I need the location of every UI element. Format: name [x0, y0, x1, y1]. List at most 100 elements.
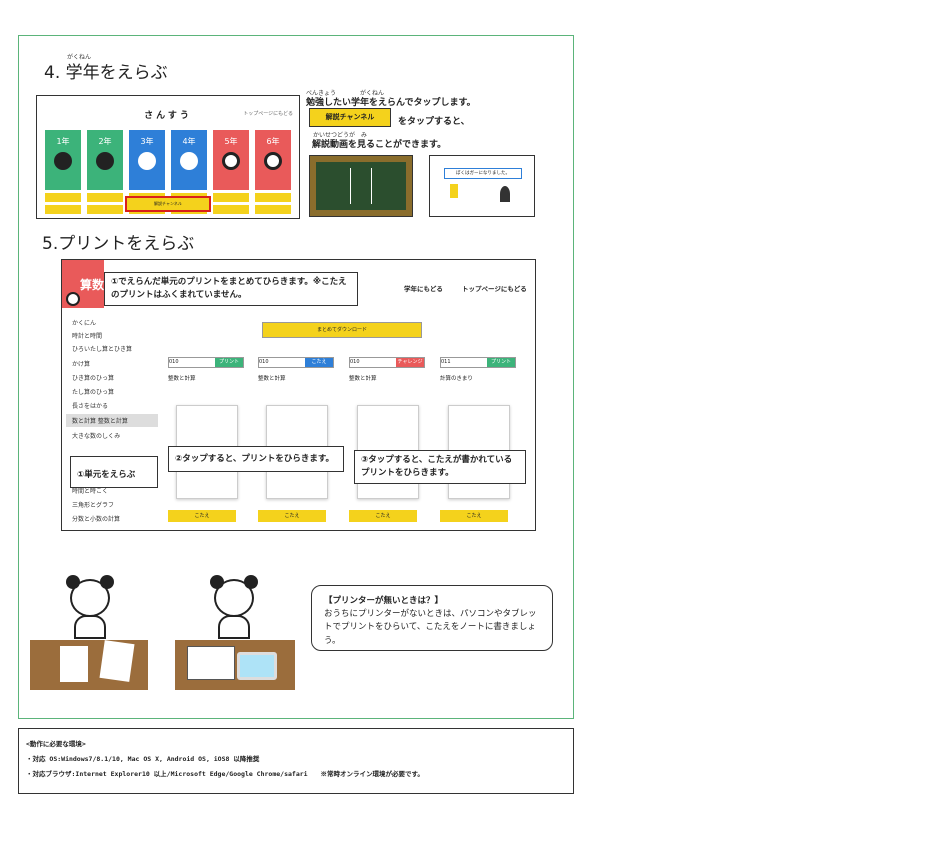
video-thumbnail-blackboard[interactable]	[309, 155, 413, 217]
panda-illustration	[62, 575, 118, 639]
requirements-heading: <動作に必要な環境>	[26, 740, 86, 748]
sidebar-item[interactable]: ひき算のひっ算	[72, 373, 114, 382]
paper-icon	[99, 640, 135, 682]
grade-bar[interactable]	[87, 205, 123, 214]
grade-bar[interactable]	[213, 193, 249, 202]
bear-icon	[54, 152, 72, 170]
desk	[175, 640, 295, 690]
channel-button-highlight[interactable]: 解説チャンネル	[125, 196, 211, 212]
sidebar-item[interactable]: ひろいたし算とひき算	[72, 344, 132, 353]
bear-icon	[96, 152, 114, 170]
sidebar-item-selected[interactable]: 数と計算 整数と計算	[66, 414, 158, 427]
tablet-icon	[237, 652, 277, 680]
blackboard	[316, 162, 406, 210]
card-code: 011	[441, 359, 451, 365]
grade-card-4[interactable]: 4年	[171, 130, 207, 214]
print-card[interactable]: 010 こたえ 整数と計算 こたえ	[258, 357, 334, 522]
panda-ear	[210, 575, 224, 589]
grade-card-6[interactable]: 6年	[255, 130, 291, 214]
video-banner: ぼくはガーになりました。	[444, 168, 522, 179]
grade-card-2[interactable]: 2年	[87, 130, 123, 214]
section4-heading: 4. 学年をえらぶ	[44, 63, 168, 83]
requirements-box: <動作に必要な環境> ・対応 OS:Windows7/8.1/10, Mac O…	[18, 728, 574, 794]
commentary-channel-button[interactable]: 解説チャンネル	[309, 108, 391, 127]
tip-body: おうちにプリンターがないときは、パソコンやタブレットでプリントをひらいて、こたえ…	[324, 609, 537, 646]
grade-label-5: 5年	[224, 137, 238, 146]
grade-bar[interactable]	[45, 205, 81, 214]
sidebar-item[interactable]: かくにん	[72, 318, 96, 327]
grade-label-6: 6年	[266, 137, 280, 146]
video-instruction: 解説動画を見ることができます。	[312, 140, 447, 150]
panda-illustration	[206, 575, 262, 639]
sidebar-item[interactable]: 三角形とグラフ	[72, 500, 114, 509]
download-all-button[interactable]: まとめてダウンロード	[262, 322, 422, 338]
grade-card-5[interactable]: 5年	[213, 130, 249, 214]
grade-card-1[interactable]: 1年	[45, 130, 81, 214]
sidebar-item[interactable]: 時計と時間	[72, 331, 102, 340]
panda-icon	[66, 292, 80, 306]
section5-heading: 5.プリントをえらぶ	[42, 234, 195, 254]
tip-title: 【プリンターが無いときは？】	[324, 596, 444, 606]
answer-button[interactable]: こたえ	[258, 510, 326, 522]
callout-download-all: ①でえらんだ単元のプリントをまとめてひらきます。※こたえのプリントはふくまれてい…	[104, 272, 358, 306]
card-tag: チャレンジ	[396, 358, 424, 367]
callout-select-unit: ①単元をえらぶ	[70, 456, 158, 488]
grade-bar[interactable]	[87, 193, 123, 202]
sidebar-item[interactable]: 大きな数のしくみ	[72, 431, 120, 440]
grade-label-1: 1年	[56, 137, 70, 146]
card-code: 010	[169, 359, 179, 365]
card-header: 010 プリント	[168, 357, 244, 368]
sidebar-item[interactable]: かけ算	[72, 359, 90, 368]
grade-bar[interactable]	[213, 205, 249, 214]
grade-bar[interactable]	[255, 193, 291, 202]
no-printer-tip: 【プリンターが無いときは？】 おうちにプリンターがないときは、パソコンやタブレッ…	[311, 585, 553, 651]
card-code: 010	[350, 359, 360, 365]
print-card[interactable]: 010 プリント 整数と計算 こたえ	[168, 357, 244, 522]
card-code: 010	[259, 359, 269, 365]
card-header: 010 こたえ	[258, 357, 334, 368]
desk	[30, 640, 148, 690]
math-writing	[350, 168, 372, 204]
callout-open-answer: ③タップすると、こたえが書かれているプリントをひらきます。	[354, 450, 526, 484]
grade-label-2: 2年	[98, 137, 112, 146]
panda-ear	[100, 575, 114, 589]
card-header: 010 チャレンジ	[349, 357, 425, 368]
requirements-browser: ・対応ブラウザ:Internet Explorer10 以上/Microsoft…	[26, 769, 424, 778]
panda-body	[74, 615, 106, 639]
panda-icon	[222, 152, 240, 170]
panda-ear	[66, 575, 80, 589]
card-title: 整数と計算	[168, 376, 196, 382]
sidebar-item[interactable]: 分数と小数の計算	[72, 514, 120, 523]
answer-button[interactable]: こたえ	[349, 510, 417, 522]
card-title: 計算のきまり	[440, 376, 473, 382]
card-title: 整数と計算	[349, 376, 377, 382]
card-tag: こたえ	[305, 358, 333, 367]
grade-bar[interactable]	[45, 193, 81, 202]
grade-card-3[interactable]: 3年	[129, 130, 165, 214]
cat-icon	[180, 152, 198, 170]
panda-icon	[264, 152, 282, 170]
print-card[interactable]: 010 チャレンジ 整数と計算 こたえ	[349, 357, 425, 522]
video-thumbnail-characters[interactable]: ぼくはガーになりました。	[429, 155, 535, 217]
back-to-grade-link[interactable]: 学年にもどる	[404, 283, 443, 293]
back-to-top-link[interactable]: トップページにもどる	[462, 283, 527, 293]
answer-button[interactable]: こたえ	[440, 510, 508, 522]
character-figure	[500, 186, 510, 202]
print-select-screenshot: 算数 学年にもどる トップページにもどる まとめてダウンロード かくにん 時計と…	[61, 259, 536, 531]
grade-bar[interactable]	[255, 205, 291, 214]
sidebar-item[interactable]: たし算のひっ算	[72, 387, 114, 396]
card-header: 011 プリント	[440, 357, 516, 368]
card-tag: プリント	[215, 358, 243, 367]
cat-icon	[138, 152, 156, 170]
requirements-os: ・対応 OS:Windows7/8.1/10, Mac OS X, Androi…	[26, 754, 260, 763]
print-card[interactable]: 011 プリント 計算のきまり こたえ	[440, 357, 516, 522]
callout-open-print: ②タップすると、プリントをひらきます。	[168, 446, 344, 472]
notebook-icon	[187, 646, 235, 680]
sidebar-item[interactable]: 長さをはかる	[72, 401, 108, 410]
grade-label-4: 4年	[182, 137, 196, 146]
grade-select-screenshot: さんすう トップページにもどる 1年 2年 3年 4年 5年 6年 解説チャンネ…	[36, 95, 300, 219]
character-figure	[450, 184, 458, 198]
tap-instruction: をタップすると、	[398, 117, 470, 127]
top-link[interactable]: トップページにもどる	[243, 110, 293, 117]
answer-button[interactable]: こたえ	[168, 510, 236, 522]
